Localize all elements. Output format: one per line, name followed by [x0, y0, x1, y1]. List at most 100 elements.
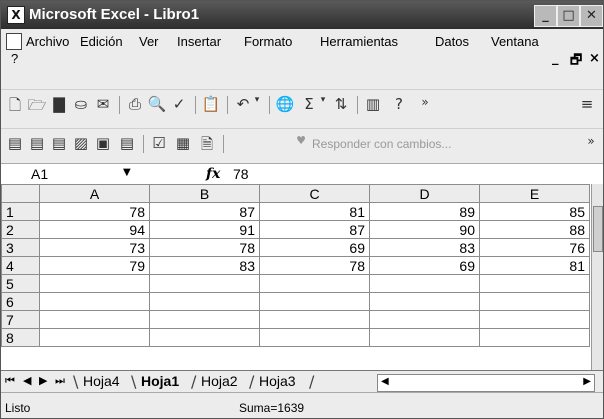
- cell-a5[interactable]: [39, 274, 150, 293]
- chart-wizard-icon[interactable]: ▥: [363, 95, 383, 115]
- paste-icon[interactable]: 📋: [201, 95, 221, 115]
- align-icon[interactable]: ≡: [577, 95, 597, 115]
- cell-c3[interactable]: 69: [259, 238, 370, 257]
- cell-e7[interactable]: [479, 310, 590, 329]
- prev-sheet-icon[interactable]: ◀: [23, 374, 31, 387]
- select-all-corner[interactable]: [1, 184, 40, 203]
- tab-hoja4[interactable]: Hoja4: [83, 373, 120, 389]
- row-header[interactable]: 3: [1, 238, 40, 257]
- cell-e1[interactable]: 85: [479, 202, 590, 221]
- cell-b6[interactable]: [149, 292, 260, 311]
- cell-e6[interactable]: [479, 292, 590, 311]
- menu-ventana[interactable]: Ventana: [491, 34, 539, 49]
- cell-d6[interactable]: [369, 292, 480, 311]
- cell-a3[interactable]: 73: [39, 238, 150, 257]
- cell-d2[interactable]: 90: [369, 220, 480, 239]
- row-header[interactable]: 5: [1, 274, 40, 293]
- cell-a7[interactable]: [39, 310, 150, 329]
- minimize-button[interactable]: _: [534, 5, 557, 27]
- cell-b5[interactable]: [149, 274, 260, 293]
- cell-c7[interactable]: [259, 310, 370, 329]
- maximize-button[interactable]: □: [557, 5, 580, 27]
- cell-a6[interactable]: [39, 292, 150, 311]
- review-icon-4[interactable]: ▨: [71, 134, 91, 154]
- chevron-down-icon[interactable]: ▼: [123, 167, 131, 178]
- insert-function-icon[interactable]: fx: [206, 166, 220, 182]
- cell-e2[interactable]: 88: [479, 220, 590, 239]
- column-header-b[interactable]: B: [149, 184, 260, 203]
- mdi-close-button[interactable]: ×: [589, 51, 600, 66]
- scrollbar-thumb[interactable]: [593, 206, 603, 252]
- respond-with-changes-button[interactable]: Responder con cambios...: [312, 137, 451, 151]
- row-header[interactable]: 8: [1, 328, 40, 347]
- cell-e8[interactable]: [479, 328, 590, 347]
- sort-ascending-icon[interactable]: ⇅: [331, 95, 351, 115]
- mdi-minimize-button[interactable]: _: [552, 51, 559, 66]
- cell-c1[interactable]: 81: [259, 202, 370, 221]
- close-button[interactable]: ✕: [580, 5, 603, 27]
- vertical-scrollbar[interactable]: [591, 184, 603, 370]
- menu-formato[interactable]: Formato: [244, 34, 292, 49]
- review-icon-1[interactable]: ▤: [5, 134, 25, 154]
- cell-e3[interactable]: 76: [479, 238, 590, 257]
- review-icon-2[interactable]: ▤: [27, 134, 47, 154]
- cell-a2[interactable]: 94: [39, 220, 150, 239]
- cell-d4[interactable]: 69: [369, 256, 480, 275]
- mdi-restore-button[interactable]: 🗗: [570, 51, 582, 73]
- tab-hoja1[interactable]: Hoja1: [141, 373, 179, 389]
- cell-b4[interactable]: 83: [149, 256, 260, 275]
- undo-dropdown-icon[interactable]: ▾: [251, 95, 263, 115]
- scroll-left-icon[interactable]: ◀: [381, 376, 389, 387]
- menu-datos[interactable]: Datos: [435, 34, 469, 49]
- formula-input[interactable]: 78: [233, 166, 249, 182]
- document-icon[interactable]: [6, 33, 22, 50]
- cell-d3[interactable]: 83: [369, 238, 480, 257]
- cell-d1[interactable]: 89: [369, 202, 480, 221]
- review-icon-5[interactable]: ▣: [93, 134, 113, 154]
- row-header[interactable]: 4: [1, 256, 40, 275]
- print-icon[interactable]: ⎙: [125, 95, 145, 115]
- last-sheet-icon[interactable]: ⏭: [55, 374, 65, 388]
- first-sheet-icon[interactable]: ⏮: [5, 374, 15, 388]
- cell-b7[interactable]: [149, 310, 260, 329]
- review-icon-6[interactable]: ▤: [117, 134, 137, 154]
- cell-b1[interactable]: 87: [149, 202, 260, 221]
- tab-hoja3[interactable]: Hoja3: [259, 373, 296, 389]
- review-icon-7[interactable]: ☑: [149, 134, 169, 154]
- hyperlink-icon[interactable]: 🌐: [275, 95, 295, 115]
- review-icon-8[interactable]: ▦: [173, 134, 193, 154]
- cell-d8[interactable]: [369, 328, 480, 347]
- autosum-dropdown-icon[interactable]: ▾: [317, 95, 329, 115]
- name-box[interactable]: A1 ▼: [1, 164, 141, 184]
- column-header-a[interactable]: A: [39, 184, 150, 203]
- menu-ver[interactable]: Ver: [139, 34, 159, 49]
- scroll-right-icon[interactable]: ▶: [583, 376, 591, 387]
- email-icon[interactable]: ✉: [93, 95, 113, 115]
- spelling-icon[interactable]: ✓: [169, 95, 189, 115]
- cell-d5[interactable]: [369, 274, 480, 293]
- row-header[interactable]: 6: [1, 292, 40, 311]
- row-header[interactable]: 1: [1, 202, 40, 221]
- cell-c2[interactable]: 87: [259, 220, 370, 239]
- cell-d7[interactable]: [369, 310, 480, 329]
- menu-herramientas[interactable]: Herramientas: [320, 34, 398, 49]
- cell-b2[interactable]: 91: [149, 220, 260, 239]
- cell-e4[interactable]: 81: [479, 256, 590, 275]
- cell-b8[interactable]: [149, 328, 260, 347]
- menu-archivo[interactable]: Archivo: [26, 34, 69, 49]
- row-header[interactable]: 7: [1, 310, 40, 329]
- menu-help[interactable]: ?: [11, 51, 18, 66]
- undo-icon[interactable]: ↶: [233, 95, 253, 115]
- column-header-d[interactable]: D: [369, 184, 480, 203]
- cell-c6[interactable]: [259, 292, 370, 311]
- horizontal-scrollbar[interactable]: ◀ ▶: [377, 374, 595, 392]
- cell-c4[interactable]: 78: [259, 256, 370, 275]
- next-sheet-icon[interactable]: ▶: [39, 374, 47, 387]
- review-icon-3[interactable]: ▤: [49, 134, 69, 154]
- toolbar-overflow-icon[interactable]: »: [581, 134, 601, 154]
- cell-a8[interactable]: [39, 328, 150, 347]
- column-header-c[interactable]: C: [259, 184, 370, 203]
- menu-insertar[interactable]: Insertar: [177, 34, 221, 49]
- respond-changes-icon[interactable]: ♥: [291, 134, 311, 154]
- cell-b3[interactable]: 78: [149, 238, 260, 257]
